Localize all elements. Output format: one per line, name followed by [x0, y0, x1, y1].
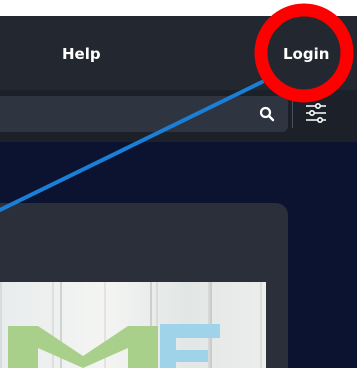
- filter-sliders-icon[interactable]: [303, 100, 329, 126]
- card-thumbnail-image[interactable]: [0, 282, 266, 368]
- search-input[interactable]: [0, 96, 288, 132]
- decorative-letter-m: [8, 326, 158, 368]
- login-link[interactable]: Login: [283, 45, 329, 63]
- search-icon[interactable]: [258, 105, 276, 123]
- search-divider: [292, 100, 293, 128]
- decorative-letter-e: [160, 324, 220, 368]
- help-link[interactable]: Help: [62, 45, 101, 63]
